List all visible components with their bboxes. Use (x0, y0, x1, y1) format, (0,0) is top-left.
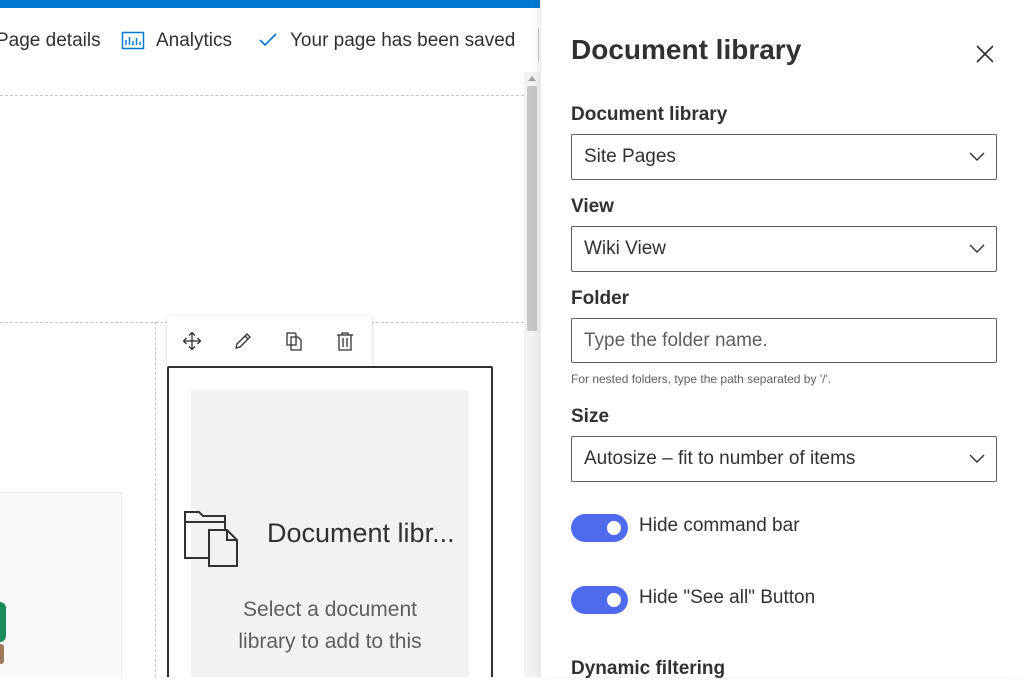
close-button[interactable] (973, 42, 997, 66)
chevron-down-icon (969, 244, 985, 253)
analytics-label: Analytics (156, 30, 233, 51)
delete-webpart-button[interactable] (332, 328, 358, 354)
edit-webpart-button[interactable] (230, 328, 256, 354)
webpart-placeholder: Document libr... Select a document libra… (184, 390, 469, 677)
canvas-scrollbar[interactable] (524, 72, 540, 677)
property-pane-title: Document library (571, 34, 802, 65)
view-dropdown[interactable]: Wiki View (571, 226, 997, 272)
hide-see-all-toggle[interactable] (571, 586, 628, 614)
toolbar-divider (538, 28, 539, 62)
adjacent-webpart-image (0, 602, 6, 642)
hide-command-bar-toggle[interactable] (571, 514, 628, 542)
document-library-webpart[interactable]: Document libr... Select a document libra… (167, 366, 493, 677)
adjacent-webpart[interactable] (0, 492, 122, 677)
analytics-icon (121, 31, 145, 50)
property-pane: Document library Document library Site P… (540, 0, 1024, 679)
webpart-title: Document libr... (267, 518, 455, 548)
move-webpart-button[interactable] (179, 328, 205, 354)
edit-icon (235, 333, 251, 349)
toggle-knob (607, 521, 621, 535)
move-icon (182, 331, 202, 351)
duplicate-icon (286, 332, 302, 351)
size-dropdown[interactable]: Autosize – fit to number of items (571, 436, 997, 482)
hide-see-all-label: Hide "See all" Button (639, 587, 816, 608)
folder-hint: For nested folders, type the path separa… (571, 372, 832, 386)
folder-label: Folder (571, 288, 630, 309)
scroll-up-icon[interactable] (528, 76, 536, 81)
duplicate-webpart-button[interactable] (281, 328, 307, 354)
document-library-value: Site Pages (584, 146, 676, 167)
document-library-dropdown[interactable]: Site Pages (571, 134, 997, 180)
folder-input[interactable] (571, 318, 997, 363)
adjacent-webpart-image (0, 644, 4, 664)
chevron-down-icon (969, 454, 985, 463)
column-border (155, 322, 156, 677)
page-canvas: Document libr... Select a document libra… (0, 72, 540, 677)
document-library-label: Document library (571, 104, 728, 125)
document-library-icon (184, 511, 238, 567)
view-value: Wiki View (584, 238, 666, 259)
save-status-label: Your page has been saved (290, 30, 516, 51)
size-label: Size (571, 406, 610, 427)
checkmark-icon (259, 33, 277, 47)
view-label: View (571, 196, 614, 217)
toggle-knob (607, 593, 621, 607)
hide-command-bar-label: Hide command bar (639, 515, 800, 536)
page-details-button[interactable]: Page details (0, 28, 101, 54)
chevron-down-icon (969, 152, 985, 161)
page-details-label: Page details (0, 30, 101, 51)
section-border (0, 95, 524, 96)
webpart-toolbar (167, 316, 372, 366)
webpart-description: Select a document library to add to this (238, 598, 422, 653)
delete-icon (337, 332, 353, 351)
page-command-bar: Page details Analytics Your page has bee… (0, 8, 540, 72)
scrollbar-thumb[interactable] (527, 86, 537, 331)
close-icon (976, 45, 994, 63)
size-value: Autosize – fit to number of items (584, 448, 856, 469)
